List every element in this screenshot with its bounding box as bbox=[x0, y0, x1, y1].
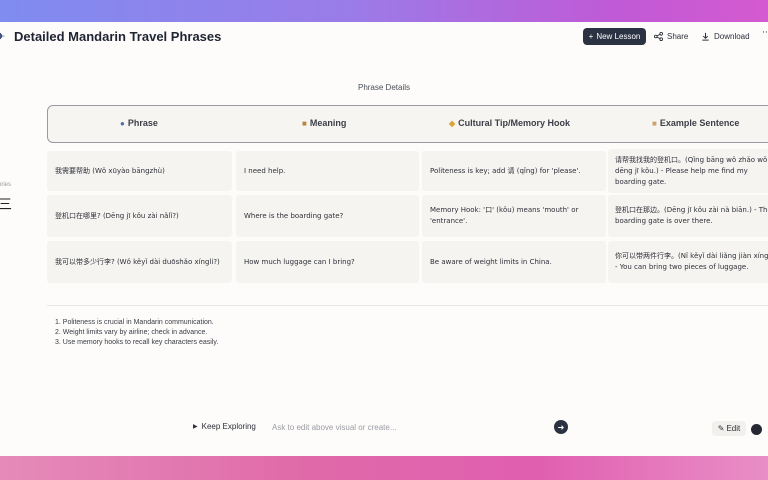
arrow-right-icon: ➜ bbox=[557, 422, 565, 432]
book-icon: ■ bbox=[302, 118, 307, 128]
avatar[interactable] bbox=[751, 424, 762, 435]
table-cell-example: 你可以带两件行李。(Nǐ kěyǐ dài liǎng jiàn xíngli.… bbox=[608, 241, 768, 283]
table-cell-phrase: 我可以带多少行李? (Wǒ kěyǐ dài duōshǎo xíngli?) bbox=[47, 241, 232, 283]
key-icon: ◆ bbox=[449, 118, 456, 128]
pencil-icon: ✎ bbox=[717, 424, 725, 433]
speech-bubble-icon: ● bbox=[120, 118, 125, 128]
more-options-button[interactable]: ··· bbox=[762, 28, 768, 38]
cell-text: 请帮我找我的登机口。(Qǐng bāng wǒ zhǎo wǒ de dēng … bbox=[615, 155, 768, 186]
send-button[interactable]: ➜ bbox=[554, 420, 568, 434]
notepad-icon: ■ bbox=[652, 118, 657, 128]
download-button[interactable]: Download bbox=[701, 28, 750, 45]
share-button[interactable]: Share bbox=[654, 28, 688, 45]
column-label: Meaning bbox=[309, 118, 347, 128]
new-lesson-button[interactable]: + New Lesson bbox=[583, 28, 646, 45]
cell-text: I need help. bbox=[244, 166, 286, 175]
cell-text: How much luggage can I bring? bbox=[244, 257, 355, 266]
table-cell-phrase: 我需要帮助 (Wǒ xūyào bāngzhù) bbox=[47, 151, 232, 191]
notes-list: 1. Politeness is crucial in Mandarin com… bbox=[55, 318, 218, 348]
section-title: Phrase Details bbox=[357, 83, 411, 92]
cell-text: Where is the boarding gate? bbox=[244, 211, 344, 220]
download-label: Download bbox=[714, 32, 750, 41]
app-window: ✈ Detailed Mandarin Travel Phrases + New… bbox=[0, 22, 768, 456]
cell-text: 你可以带两件行李。(Nǐ kěyǐ dài liǎng jiàn xíngli.… bbox=[615, 252, 768, 271]
header: ✈ Detailed Mandarin Travel Phrases + New… bbox=[0, 22, 768, 54]
sidebar-glyph: 三 bbox=[0, 197, 12, 213]
note-item: 1. Politeness is crucial in Mandarin com… bbox=[55, 319, 214, 326]
background-band bbox=[0, 454, 768, 480]
new-lesson-label: New Lesson bbox=[596, 32, 641, 41]
table-cell-example: 请帮我找我的登机口。(Qǐng bāng wǒ zhǎo wǒ de dēng … bbox=[608, 149, 768, 193]
cell-text: 登机口在那边。(Dēng jī kǒu zài nà biān.) - The … bbox=[615, 206, 768, 225]
footer-bar: ▶ Keep Exploring Ask to edit above visua… bbox=[0, 418, 768, 442]
column-header-phrase: ● Phrase bbox=[120, 118, 158, 128]
column-header-example: ■ Example Sentence bbox=[652, 118, 739, 128]
table-cell-tip: Politeness is key; add 请 (qǐng) for 'ple… bbox=[422, 151, 606, 191]
column-label: Cultural Tip/Memory Hook bbox=[458, 118, 571, 128]
prompt-input[interactable]: Ask to edit above visual or create... bbox=[272, 423, 397, 432]
column-label: Example Sentence bbox=[659, 118, 740, 128]
share-icon bbox=[654, 32, 663, 41]
airplane-icon: ✈ bbox=[0, 30, 6, 43]
page-title: Detailed Mandarin Travel Phrases bbox=[14, 29, 222, 44]
table-cell-phrase: 登机口在哪里? (Dēng jī kǒu zài nǎlǐ?) bbox=[47, 195, 232, 237]
divider bbox=[47, 305, 768, 306]
cell-text: Be aware of weight limits in China. bbox=[430, 257, 552, 266]
table-cell-meaning: I need help. bbox=[236, 151, 419, 191]
cell-text: 登机口在哪里? (Dēng jī kǒu zài nǎlǐ?) bbox=[55, 211, 179, 220]
table-header: ● Phrase ■ Meaning ◆ Cultural Tip/Memory… bbox=[47, 105, 768, 143]
note-item: 3. Use memory hooks to recall key charac… bbox=[55, 339, 219, 346]
caret-right-icon: ▶ bbox=[193, 424, 198, 430]
cell-text: 我可以带多少行李? (Wǒ kěyǐ dài duōshǎo xíngli?) bbox=[55, 257, 220, 266]
table-cell-example: 登机口在那边。(Dēng jī kǒu zài nà biān.) - The … bbox=[608, 195, 768, 237]
table-cell-tip: Memory Hook: '口' (kǒu) means 'mouth' or … bbox=[422, 195, 606, 237]
share-label: Share bbox=[667, 32, 689, 41]
table-cell-meaning: Where is the boarding gate? bbox=[236, 195, 419, 237]
edit-button[interactable]: ✎ Edit bbox=[712, 421, 746, 436]
column-header-cultural-tip: ◆ Cultural Tip/Memory Hook bbox=[449, 118, 570, 128]
plus-icon: + bbox=[588, 32, 594, 41]
sidebar-fragment: ories bbox=[0, 182, 12, 188]
keep-exploring-button[interactable]: ▶ Keep Exploring bbox=[193, 422, 256, 431]
table-cell-tip: Be aware of weight limits in China. bbox=[422, 241, 606, 283]
table-cell-meaning: How much luggage can I bring? bbox=[236, 241, 419, 283]
cell-text: 我需要帮助 (Wǒ xūyào bāngzhù) bbox=[55, 166, 165, 175]
cell-text: Politeness is key; add 请 (qǐng) for 'ple… bbox=[430, 166, 581, 175]
edit-label: Edit bbox=[726, 424, 741, 433]
download-icon bbox=[702, 32, 709, 41]
note-item: 2. Weight limits vary by airline; check … bbox=[55, 329, 208, 336]
column-label: Phrase bbox=[127, 118, 158, 128]
keep-exploring-label: Keep Exploring bbox=[201, 422, 256, 431]
column-header-meaning: ■ Meaning bbox=[302, 118, 346, 128]
cell-text: Memory Hook: '口' (kǒu) means 'mouth' or … bbox=[430, 206, 579, 225]
